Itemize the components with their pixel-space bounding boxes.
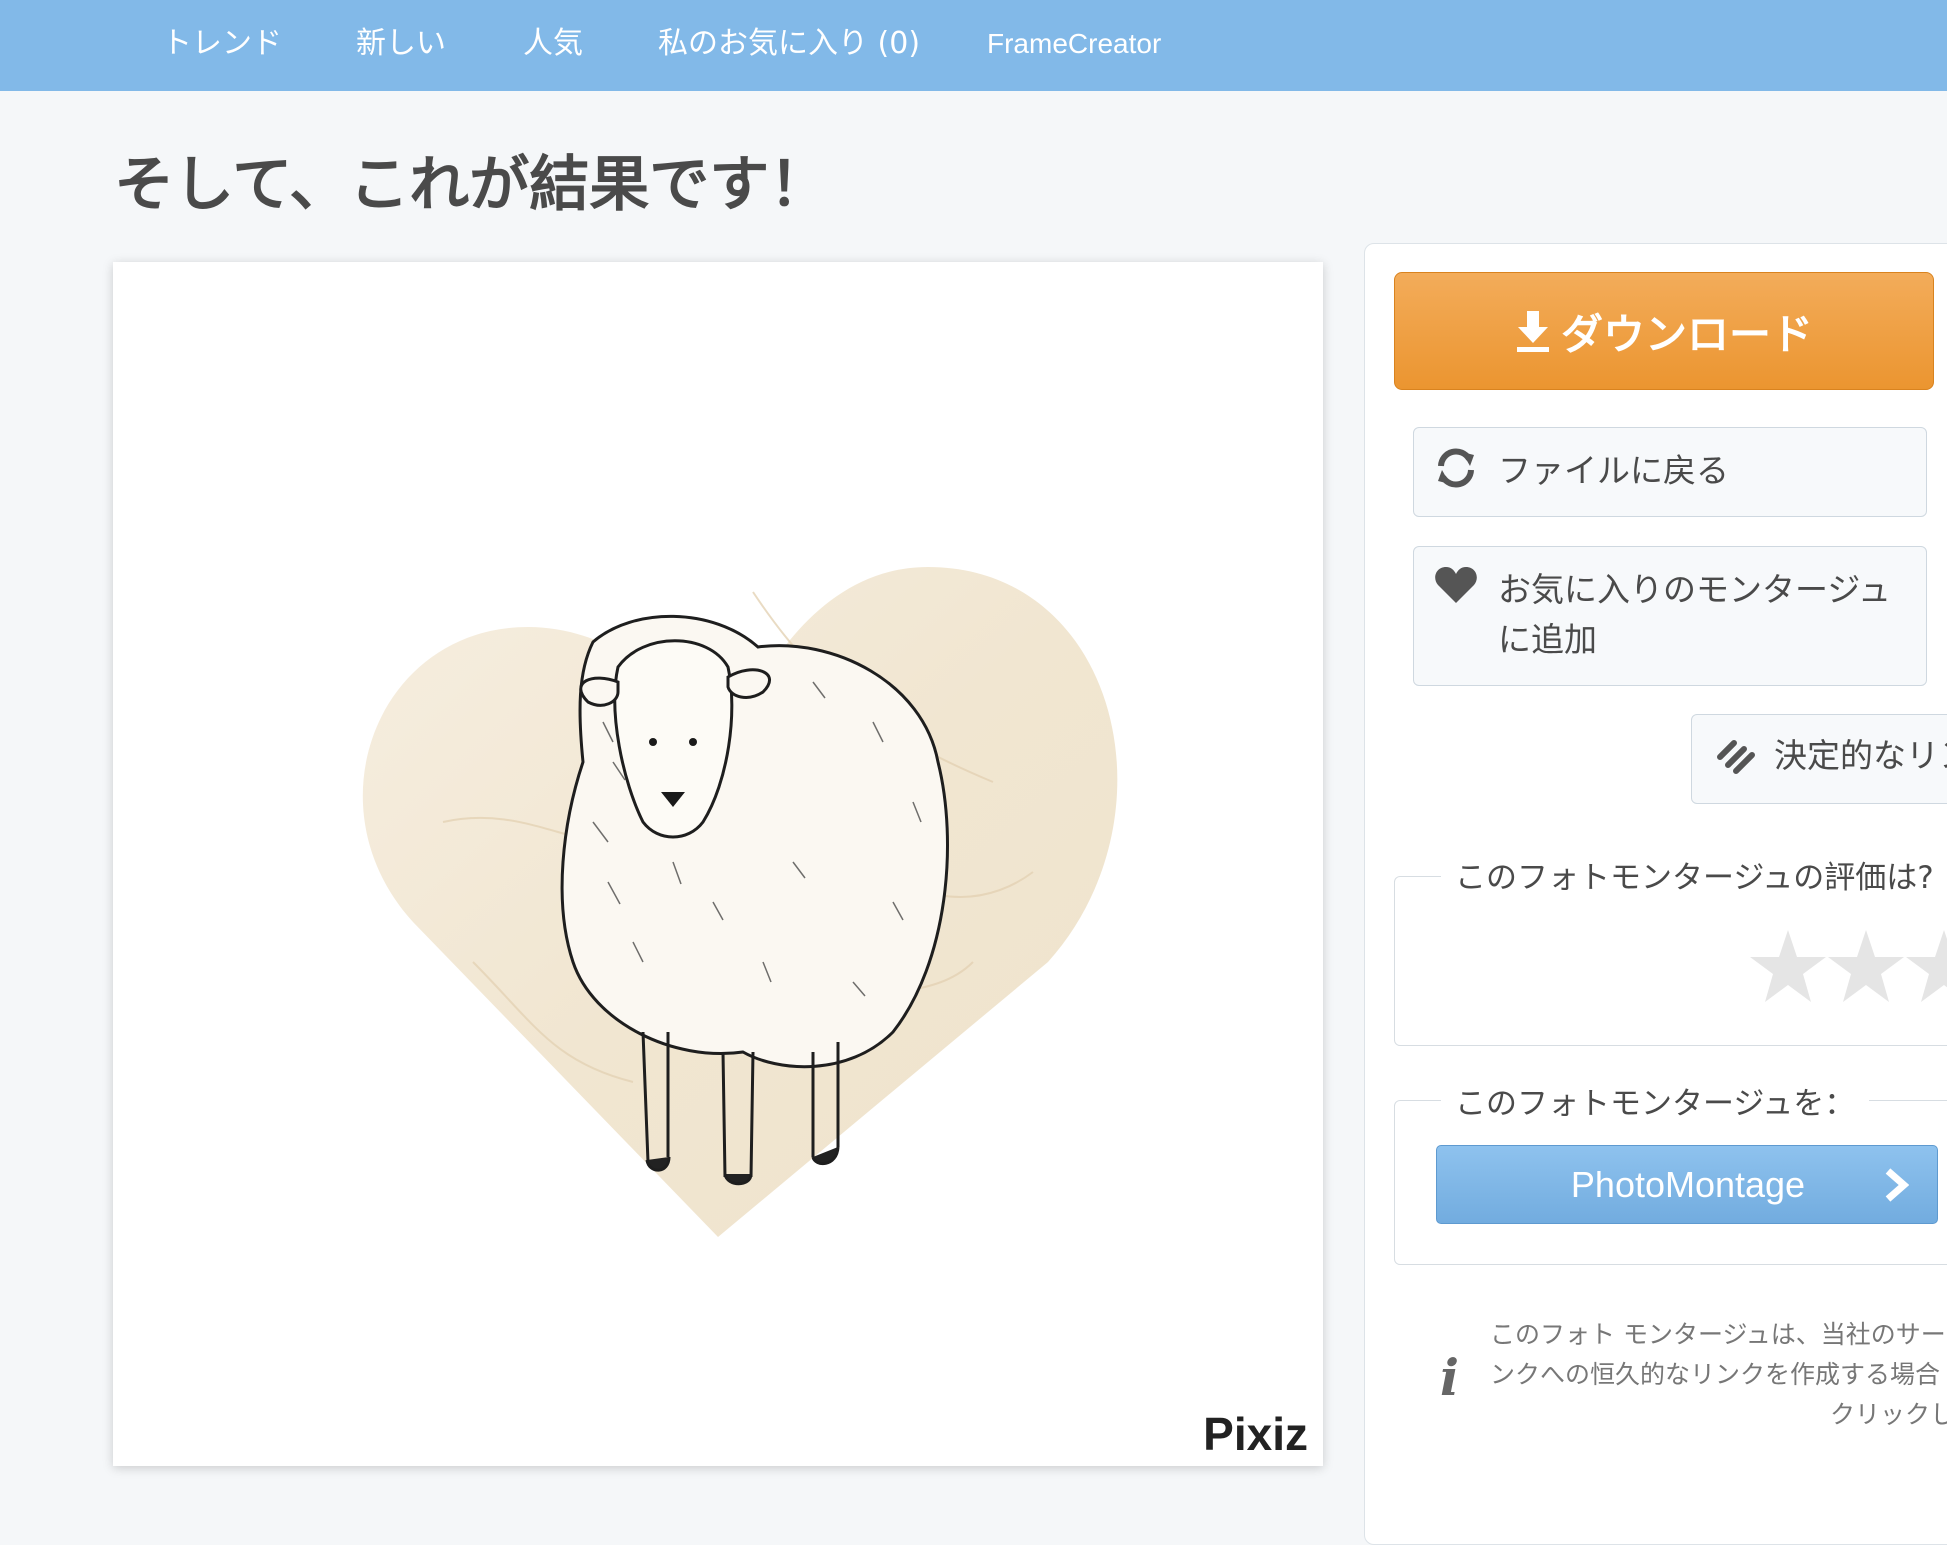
add-favorite-label: お気に入りのモンタージュに追加 <box>1498 570 1892 659</box>
star-2-icon <box>1828 930 1904 1002</box>
back-to-file-button[interactable]: ファイルに戻る <box>1413 427 1927 517</box>
chevron-right-icon <box>1885 1168 1909 1202</box>
refresh-icon <box>1438 448 1474 488</box>
page-title: そして、これが結果です！ <box>114 150 830 220</box>
download-icon <box>1516 311 1549 352</box>
link-icon <box>1717 740 1755 774</box>
info-icon: i <box>1440 1348 1459 1407</box>
info-text: このフォト モンタージュは、当社のサー ンクへの恒久的なリンクを作成する場合 ク… <box>1490 1315 1947 1465</box>
add-favorite-button[interactable]: お気に入りのモンタージュに追加 <box>1413 546 1927 686</box>
nav-new[interactable]: 新しい <box>356 22 446 66</box>
download-button[interactable]: ダウンロード <box>1394 272 1934 390</box>
top-nav: トレンド 新しい 人気 私のお気に入り (0) FrameCreator <box>0 0 1947 91</box>
photomontage-share-label: PhotoMontage <box>1570 1164 1806 1205</box>
heart-icon <box>1435 567 1477 603</box>
heart-sheep-image <box>362 567 1118 1237</box>
nav-favorites[interactable]: 私のお気に入り (0) <box>658 22 920 66</box>
nav-popular[interactable]: 人気 <box>523 22 583 66</box>
star-1-icon <box>1750 930 1826 1002</box>
star-3-icon <box>1906 930 1947 1002</box>
info-line-3: クリックし <box>1830 1400 1947 1429</box>
permanent-link-label: 決定的なリン <box>1774 736 1947 775</box>
back-to-file-label: ファイルに戻る <box>1498 451 1729 490</box>
share-legend: このフォトモンタージュを： <box>1441 1078 1870 1123</box>
nav-trending[interactable]: トレンド <box>162 22 282 66</box>
info-line-2: ンクへの恒久的なリンクを作成する場合 <box>1490 1360 1941 1389</box>
rating-legend: このフォトモンタージュの評価は? <box>1441 852 1947 897</box>
download-label: ダウンロード <box>1560 309 1813 359</box>
rating-stars[interactable] <box>1748 928 1947 1008</box>
nav-framecreator[interactable]: FrameCreator <box>987 22 1161 66</box>
photomontage-share-button[interactable]: PhotoMontage <box>1436 1145 1938 1224</box>
permanent-link-button[interactable]: 決定的なリン <box>1691 714 1947 804</box>
pixiz-watermark: Pixiz <box>1203 1408 1308 1460</box>
info-line-1: このフォト モンタージュは、当社のサー <box>1490 1320 1946 1349</box>
montage-result: Pixiz <box>113 262 1323 1466</box>
